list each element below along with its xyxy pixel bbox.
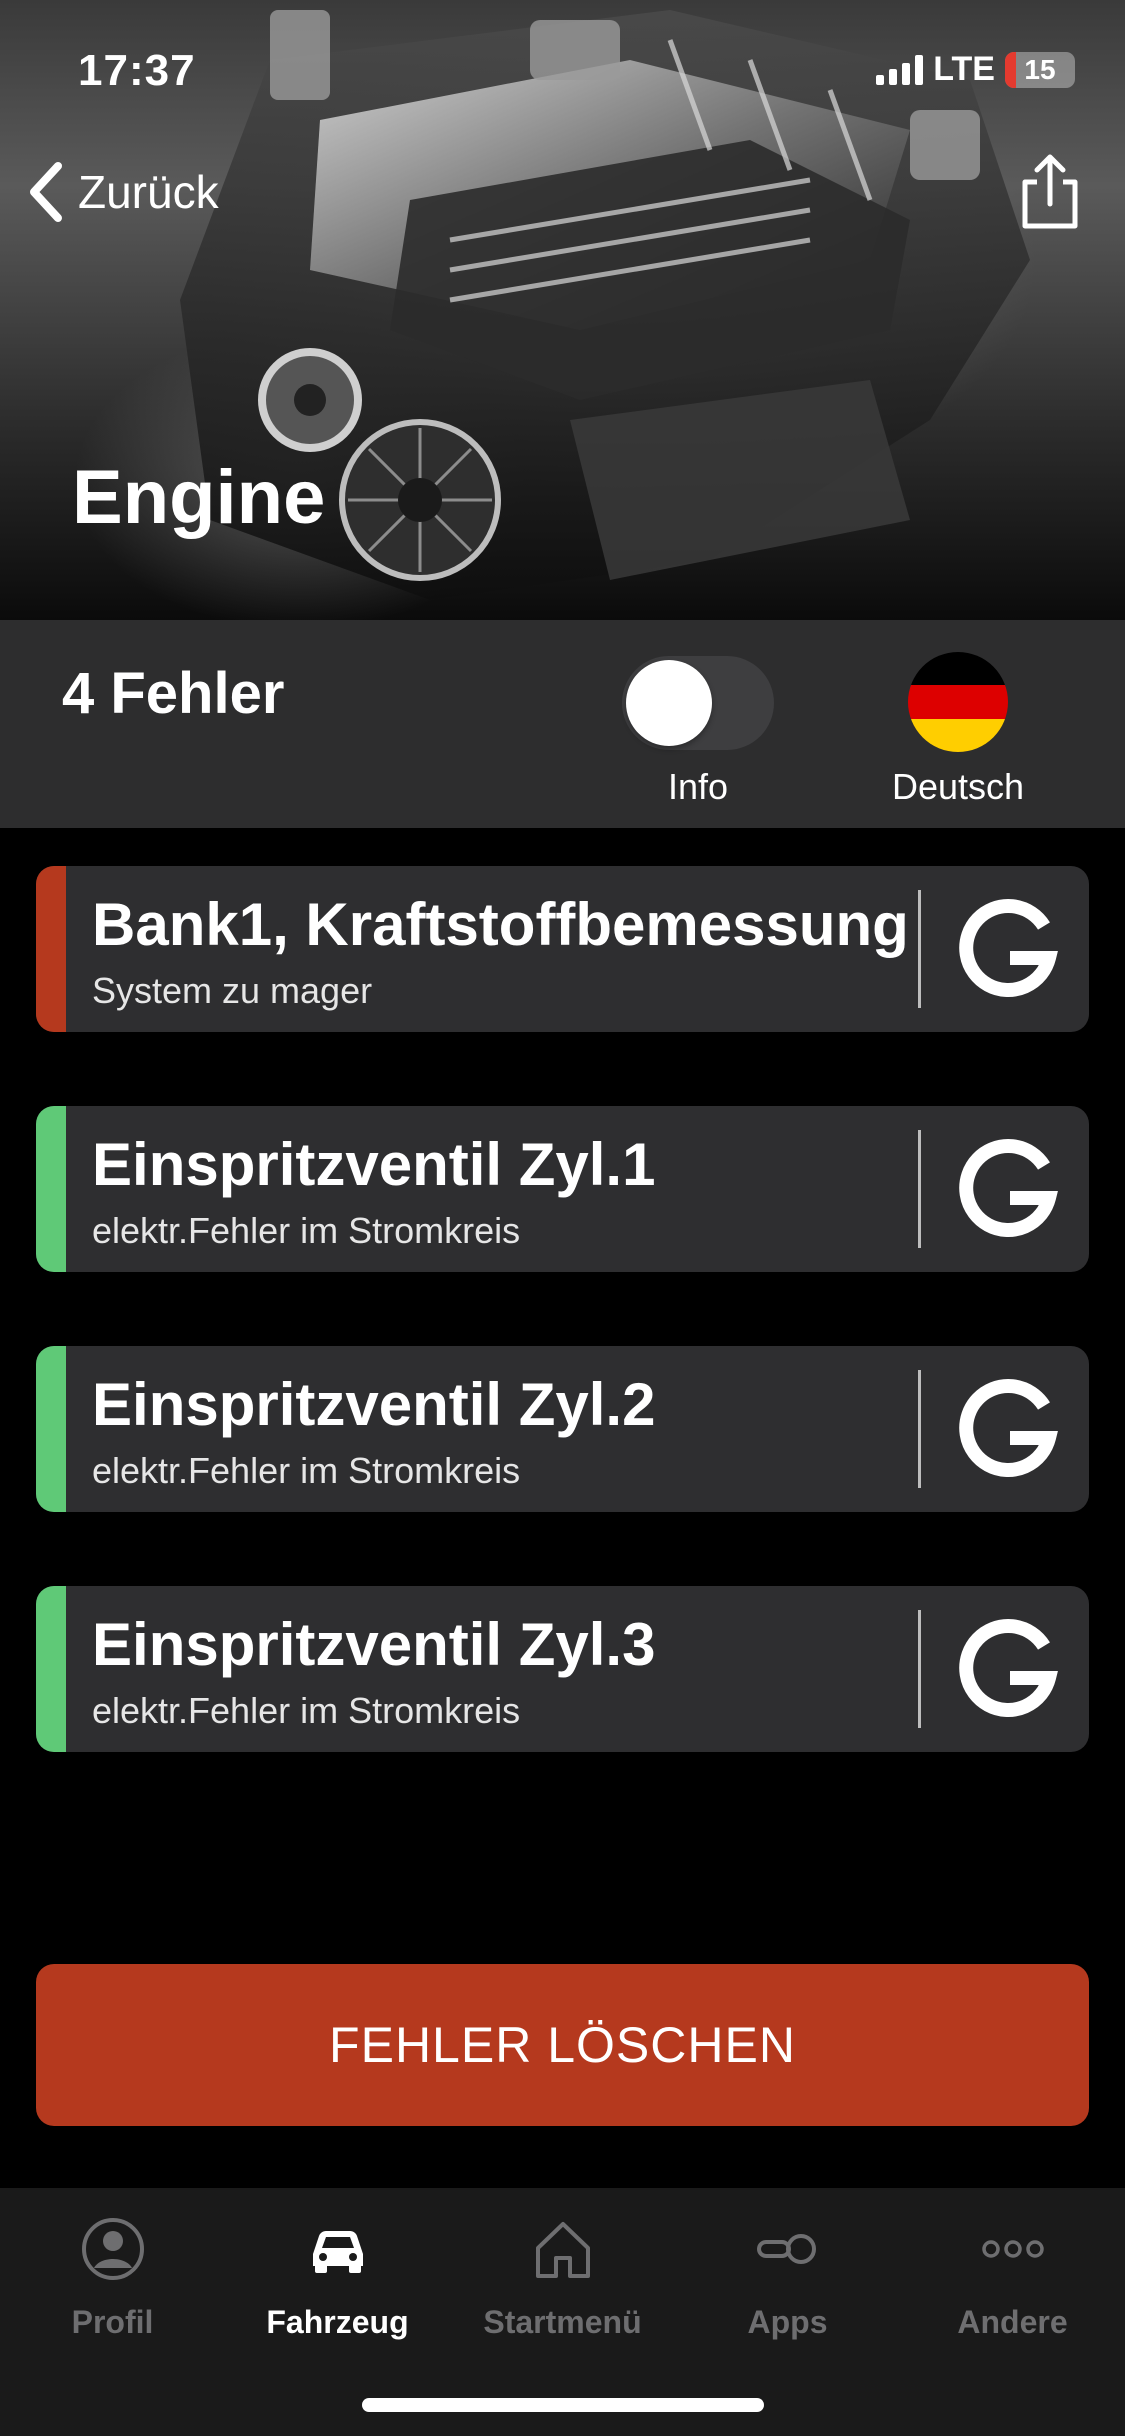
page-title: Engine	[72, 455, 326, 540]
battery-level	[1005, 51, 1016, 88]
tab-fahrzeug[interactable]: Fahrzeug	[225, 2214, 450, 2341]
tab-label: Apps	[747, 2304, 828, 2340]
status-bar: 17:37 LTE 15	[0, 0, 1125, 140]
fault-summary-bar: 4 Fehler Info Deutsch	[0, 620, 1125, 828]
google-search-icon[interactable]	[952, 896, 1062, 1006]
flag-stripe-black	[908, 652, 1008, 686]
tab-startmenue[interactable]: Startmenü	[450, 2214, 675, 2341]
tab-andere[interactable]: Andere	[900, 2214, 1125, 2341]
status-time: 17:37	[78, 46, 196, 95]
fault-subtitle: elektr.Fehler im Stromkreis	[92, 1210, 521, 1251]
car-icon	[312, 2231, 363, 2273]
flag-stripe-red	[908, 685, 1008, 719]
fault-status-stripe	[36, 1106, 66, 1272]
profile-icon	[81, 2218, 144, 2280]
fault-count: 4 Fehler	[62, 661, 285, 726]
fault-title: Einspritzventil Zyl.1	[92, 1131, 656, 1198]
german-flag-icon[interactable]	[908, 652, 1008, 752]
tab-label: Andere	[957, 2304, 1068, 2340]
fault-title: Bank1, Kraftstoffbemessung	[92, 891, 909, 958]
google-search-icon[interactable]	[952, 1616, 1062, 1726]
fault-subtitle: elektr.Fehler im Stromkreis	[92, 1690, 521, 1731]
fault-status-stripe	[36, 866, 66, 1032]
google-search-icon[interactable]	[952, 1376, 1062, 1486]
tab-label: Fahrzeug	[266, 2304, 409, 2340]
divider	[918, 1610, 921, 1728]
fault-status-stripe	[36, 1346, 66, 1512]
battery-icon: 15	[1005, 51, 1075, 88]
info-toggle[interactable]	[622, 656, 774, 750]
header-hero: 17:37 LTE 15 Zurück Engine	[0, 0, 1125, 620]
apps-icon	[756, 2234, 816, 2264]
fault-subtitle: elektr.Fehler im Stromkreis	[92, 1450, 521, 1491]
home-indicator[interactable]	[362, 2398, 764, 2412]
network-type: LTE	[933, 50, 995, 88]
status-indicators: LTE 15	[876, 50, 1075, 89]
home-icon	[535, 2222, 590, 2278]
fault-item[interactable]: Einspritzventil Zyl.2 elektr.Fehler im S…	[36, 1346, 1089, 1512]
share-icon[interactable]	[1015, 152, 1085, 232]
back-button[interactable]: Zurück	[26, 160, 219, 224]
language-label: Deutsch	[891, 766, 1025, 807]
back-label: Zurück	[78, 166, 219, 218]
google-search-icon[interactable]	[952, 1136, 1062, 1246]
clear-faults-label: FEHLER LÖSCHEN	[329, 2017, 796, 2073]
fault-status-stripe	[36, 1586, 66, 1752]
fault-title: Einspritzventil Zyl.3	[92, 1611, 656, 1678]
more-icon	[981, 2240, 1044, 2258]
divider	[918, 890, 921, 1008]
fault-subtitle: System zu mager	[92, 970, 373, 1011]
tab-label: Profil	[71, 2304, 154, 2340]
clear-faults-button[interactable]: FEHLER LÖSCHEN	[36, 1964, 1089, 2126]
toggle-knob	[626, 660, 712, 746]
fault-item[interactable]: Einspritzventil Zyl.3 elektr.Fehler im S…	[36, 1586, 1089, 1752]
fault-title: Einspritzventil Zyl.2	[92, 1371, 656, 1438]
tab-apps[interactable]: Apps	[675, 2214, 900, 2341]
signal-icon	[876, 54, 924, 85]
fault-item[interactable]: Einspritzventil Zyl.1 elektr.Fehler im S…	[36, 1106, 1089, 1272]
flag-stripe-gold	[908, 718, 1008, 752]
divider	[918, 1370, 921, 1488]
fault-list: Bank1, Kraftstoffbemessung System zu mag…	[36, 866, 1089, 1826]
fault-item[interactable]: Bank1, Kraftstoffbemessung System zu mag…	[36, 866, 1089, 1032]
divider	[918, 1130, 921, 1248]
tab-profil[interactable]: Profil	[0, 2214, 225, 2341]
chevron-left-icon	[30, 162, 62, 222]
info-label: Info	[667, 766, 729, 807]
battery-percent: 15	[1024, 53, 1056, 85]
tab-label: Startmenü	[483, 2304, 642, 2340]
